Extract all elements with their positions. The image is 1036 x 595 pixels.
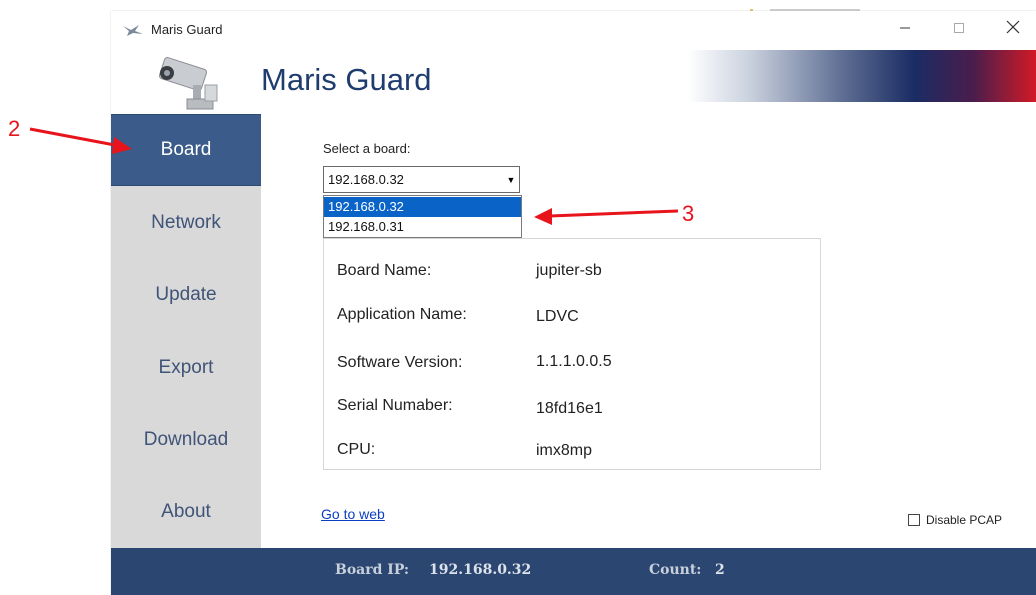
info-label: Application Name:: [337, 306, 467, 323]
count-value: 2: [715, 562, 725, 578]
sidebar-item-about[interactable]: About: [111, 476, 261, 548]
info-label: Serial Numaber:: [337, 397, 453, 414]
app-window: Maris Guard Maris Guard Board Network Up…: [111, 11, 1036, 595]
dropdown-option[interactable]: 192.168.0.32: [324, 197, 521, 217]
select-board-label: Select a board:: [323, 141, 411, 156]
maximize-icon: [953, 19, 965, 38]
maximize-button[interactable]: [936, 11, 982, 46]
info-value: 1.1.1.0.0.5: [536, 353, 612, 370]
info-value: imx8mp: [536, 442, 593, 459]
annotation-arrow-3: [534, 208, 679, 225]
board-dropdown-list: 192.168.0.32 192.168.0.31: [323, 195, 522, 238]
dropdown-option[interactable]: 192.168.0.31: [324, 217, 521, 237]
window-title: Maris Guard: [151, 22, 223, 37]
count-label: Count:: [649, 562, 702, 578]
sidebar-item-label: Update: [155, 284, 217, 305]
minimize-icon: [899, 19, 911, 38]
minimize-button[interactable]: [882, 11, 928, 46]
board-ip-label: Board IP:: [335, 562, 410, 578]
background-window-fragment: [750, 0, 870, 15]
close-button[interactable]: [990, 11, 1036, 46]
info-label: CPU:: [337, 441, 376, 458]
info-value: 18fd16e1: [536, 400, 603, 417]
sidebar-item-download[interactable]: Download: [111, 404, 261, 476]
annotation-arrow-2: [29, 127, 132, 154]
info-value: jupiter-sb: [536, 262, 602, 279]
sidebar-item-label: Network: [151, 212, 221, 233]
board-info-panel: Board Name: jupiter-sb Application Name:…: [323, 238, 821, 470]
board-select-value: 192.168.0.32: [328, 172, 404, 187]
annotation-number-2: 2: [8, 116, 21, 141]
title-bar: Maris Guard: [111, 11, 1036, 46]
info-value: LDVC: [536, 308, 579, 325]
sidebar-item-label: Download: [143, 429, 229, 450]
sidebar-item-label: About: [161, 501, 211, 522]
sidebar-item-update[interactable]: Update: [111, 259, 261, 331]
status-bar: Board IP: 192.168.0.32 Count: 2: [111, 548, 1036, 595]
dropdown-arrow-icon[interactable]: ▼: [503, 169, 519, 191]
sidebar-item-label: Export: [158, 357, 214, 378]
sidebar-item-label: Board: [160, 139, 212, 160]
go-to-web-link[interactable]: Go to web: [321, 506, 385, 522]
board-ip-value: 192.168.0.32: [429, 562, 532, 578]
header-gradient-banner: [688, 50, 1036, 102]
disable-pcap-label: Disable PCAP: [926, 513, 1003, 527]
sidebar-item-network[interactable]: Network: [111, 187, 261, 259]
info-label: Software Version:: [337, 354, 463, 371]
annotation-number-3: 3: [682, 201, 695, 226]
disable-pcap-checkbox[interactable]: [908, 514, 920, 526]
close-icon: [1006, 19, 1020, 38]
camera-icon: [153, 55, 223, 113]
board-select[interactable]: 192.168.0.32 ▼: [323, 166, 520, 193]
sidebar-item-export[interactable]: Export: [111, 332, 261, 404]
header-title: Maris Guard: [261, 62, 432, 97]
info-label: Board Name:: [337, 262, 432, 279]
sidebar: Board Network Update Export Download Abo…: [111, 114, 261, 548]
app-logo-icon: [121, 22, 145, 36]
